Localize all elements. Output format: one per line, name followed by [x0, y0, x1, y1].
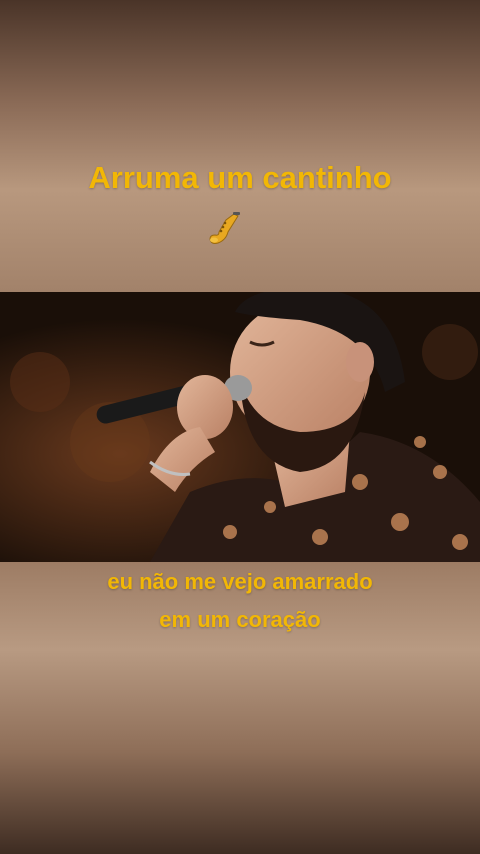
video-frame[interactable] [0, 292, 480, 562]
blurred-background-bottom [0, 562, 480, 854]
song-title: Arruma um cantinho [88, 160, 392, 195]
lyrics-line-2: em um coração [159, 607, 321, 632]
saxophone-icon [204, 210, 244, 250]
lyrics-line-1: eu não me vejo amarrado [107, 569, 373, 594]
singer-photo [0, 292, 480, 562]
